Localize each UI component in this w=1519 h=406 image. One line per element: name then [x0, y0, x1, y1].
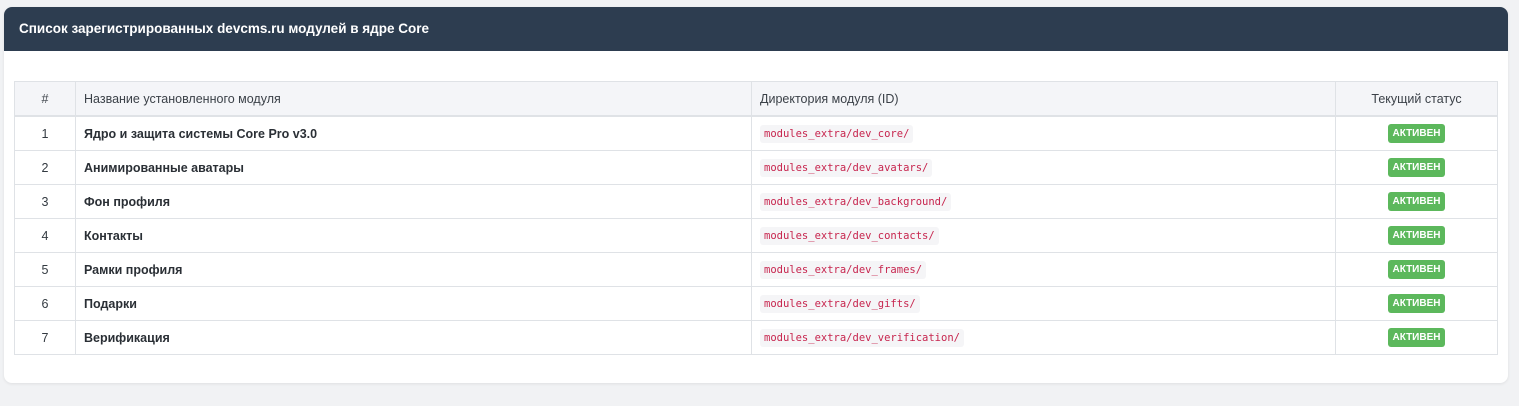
row-number: 3	[14, 184, 76, 219]
table-row: 3 Фон профиля modules_extra/dev_backgrou…	[14, 184, 1498, 219]
module-directory: modules_extra/dev_gifts/	[760, 294, 920, 313]
table-header-row: # Название установленного модуля Директо…	[14, 81, 1498, 117]
module-name: Фон профиля	[75, 184, 752, 219]
status-badge: АКТИВЕН	[1387, 328, 1446, 347]
status-badge: АКТИВЕН	[1387, 226, 1446, 245]
module-directory: modules_extra/dev_avatars/	[760, 158, 933, 177]
table-row: 4 Контакты modules_extra/dev_contacts/ А…	[14, 218, 1498, 253]
status-badge: АКТИВЕН	[1387, 294, 1446, 313]
modules-table: # Название установленного модуля Директо…	[14, 81, 1498, 355]
card-title: Список зарегистрированных devcms.ru моду…	[4, 7, 1508, 51]
module-directory: modules_extra/dev_contacts/	[760, 226, 939, 245]
status-badge: АКТИВЕН	[1387, 158, 1446, 177]
module-directory: modules_extra/dev_background/	[760, 192, 952, 211]
column-header-module-name: Название установленного модуля	[75, 81, 752, 117]
table-row: 7 Верификация modules_extra/dev_verifica…	[14, 320, 1498, 355]
module-name: Ядро и защита системы Core Pro v3.0	[75, 115, 752, 151]
row-number: 2	[14, 150, 76, 185]
module-name: Рамки профиля	[75, 252, 752, 287]
module-name: Контакты	[75, 218, 752, 253]
module-name: Анимированные аватары	[75, 150, 752, 185]
table-row: 6 Подарки modules_extra/dev_gifts/ АКТИВ…	[14, 286, 1498, 321]
module-directory: modules_extra/dev_frames/	[760, 260, 927, 279]
module-name: Верификация	[75, 320, 752, 355]
status-badge: АКТИВЕН	[1387, 192, 1446, 211]
table-row: 2 Анимированные аватары modules_extra/de…	[14, 150, 1498, 185]
module-name: Подарки	[75, 286, 752, 321]
table-row: 1 Ядро и защита системы Core Pro v3.0 mo…	[14, 115, 1498, 151]
module-directory: modules_extra/dev_verification/	[760, 328, 964, 347]
row-number: 7	[14, 320, 76, 355]
status-badge: АКТИВЕН	[1387, 124, 1446, 143]
row-number: 5	[14, 252, 76, 287]
row-number: 6	[14, 286, 76, 321]
column-header-module-directory: Директория модуля (ID)	[751, 81, 1336, 117]
module-directory: modules_extra/dev_core/	[760, 124, 914, 143]
row-number: 1	[14, 115, 76, 151]
status-badge: АКТИВЕН	[1387, 260, 1446, 279]
column-header-status: Текущий статус	[1335, 81, 1498, 117]
column-header-number: #	[14, 81, 76, 117]
modules-card: Список зарегистрированных devcms.ru моду…	[4, 7, 1508, 383]
row-number: 4	[14, 218, 76, 253]
table-row: 5 Рамки профиля modules_extra/dev_frames…	[14, 252, 1498, 287]
